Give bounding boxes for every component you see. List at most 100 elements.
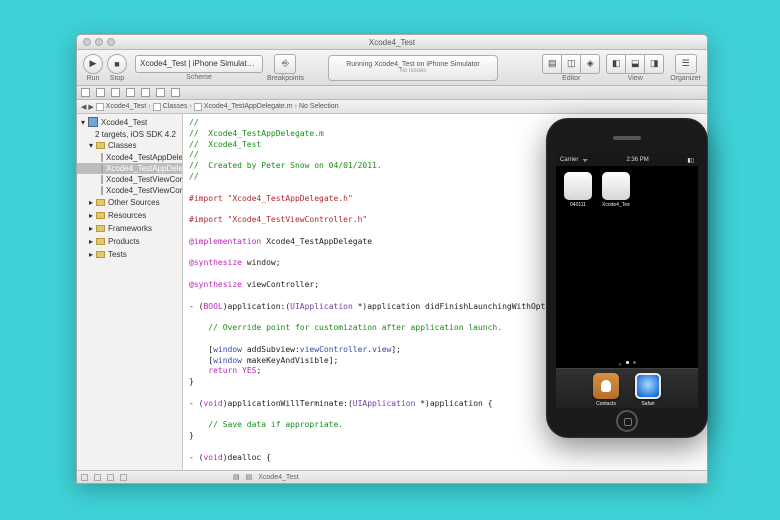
simulator-screen[interactable]: Carrier ᯤ 2:36 PM ▮▯ 040111 Xcode4_Test xyxy=(556,154,698,408)
bottom-bar: ▤▤ Xcode4_Test xyxy=(77,470,707,483)
zoom-icon[interactable] xyxy=(107,38,115,46)
jump-item-1[interactable]: Classes xyxy=(163,103,188,110)
disclosure-triangle-icon[interactable]: ▸ xyxy=(89,198,93,207)
nav-file[interactable]: Xcode4_TestViewController.h xyxy=(77,174,182,185)
carrier-label: Carrier xyxy=(560,157,578,163)
safari-icon[interactable] xyxy=(635,373,661,399)
toggle-navigator-button[interactable]: ◧ xyxy=(606,54,626,74)
breakpoints-label: Breakpoints xyxy=(267,75,304,82)
folder-icon xyxy=(96,142,105,149)
activity-viewer: Running Xcode4_Test on iPhone Simulator … xyxy=(328,55,498,81)
chevron-right-icon: › xyxy=(148,103,150,110)
jump-item-2[interactable]: Xcode4_TestAppDelegate.m xyxy=(204,103,293,110)
group-label: Tests xyxy=(108,250,127,259)
generic-app-icon[interactable] xyxy=(602,172,630,200)
statusbar-time: 2:36 PM xyxy=(626,157,648,163)
activity-title: Running Xcode4_Test on iPhone Simulator xyxy=(346,61,479,68)
scheme-label: Scheme xyxy=(186,74,212,81)
page-indicator[interactable] xyxy=(556,361,698,364)
contacts-icon[interactable] xyxy=(593,373,619,399)
nav-file[interactable]: Xcode4_TestAppDelegate.m xyxy=(77,163,182,174)
filter-icon[interactable] xyxy=(94,474,101,481)
back-icon[interactable]: ◀ xyxy=(81,103,86,111)
issue-navigator-icon[interactable] xyxy=(126,88,135,97)
jump-item-3[interactable]: No Selection xyxy=(299,103,339,110)
disclosure-triangle-icon[interactable]: ▾ xyxy=(89,141,93,150)
toggle-debug-button[interactable]: ⬓ xyxy=(625,54,645,74)
generic-app-icon[interactable] xyxy=(564,172,592,200)
nav-group[interactable]: ▸Frameworks xyxy=(77,222,182,235)
titlebar: Xcode4_Test xyxy=(77,35,707,50)
debug-navigator-icon[interactable] xyxy=(141,88,150,97)
status-bar: Carrier ᯤ 2:36 PM ▮▯ xyxy=(556,154,698,166)
home-button[interactable] xyxy=(616,410,638,432)
file-icon xyxy=(101,175,103,184)
file-label: Xcode4_TestViewController.m xyxy=(106,186,182,195)
jump-item-0[interactable]: Xcode4_Test xyxy=(106,103,146,110)
file-label: Xcode4_TestViewController.h xyxy=(106,175,182,184)
disclosure-triangle-icon[interactable]: ▸ xyxy=(89,250,93,259)
window-controls[interactable] xyxy=(83,38,115,46)
group-label: Classes xyxy=(108,141,136,150)
dock-app-contacts[interactable]: Contacts xyxy=(592,373,620,407)
scheme-text: Xcode4_Test | iPhone Simulat… xyxy=(140,59,255,68)
nav-group[interactable]: ▸ Tests xyxy=(77,248,182,261)
nav-group[interactable]: ▸Other Sources xyxy=(77,196,182,209)
page-dot-icon[interactable] xyxy=(626,361,629,364)
file-icon xyxy=(101,164,103,173)
folder-icon xyxy=(96,199,105,206)
organizer-label: Organizer xyxy=(670,75,701,82)
recent-icon[interactable] xyxy=(107,474,114,481)
toggle-utilities-button[interactable]: ◨ xyxy=(644,54,664,74)
project-navigator-icon[interactable] xyxy=(81,88,90,97)
standard-editor-button[interactable]: ▤ xyxy=(542,54,562,74)
view-segment[interactable]: ◧ ⬓ ◨ xyxy=(606,54,664,74)
stop-button[interactable]: ■ xyxy=(107,54,127,74)
project-name: Xcode4_Test xyxy=(101,118,147,127)
version-editor-button[interactable]: ◈ xyxy=(580,54,600,74)
app-label: 040111 xyxy=(564,202,592,208)
breakpoints-button[interactable]: ⎆ xyxy=(274,54,296,74)
search-page-dot-icon[interactable] xyxy=(619,361,622,364)
nav-file[interactable]: Xcode4_TestViewController.m xyxy=(77,185,182,196)
close-icon[interactable] xyxy=(83,38,91,46)
app-icon[interactable]: 040111 xyxy=(564,172,592,208)
jump-bar[interactable]: ◀ ▶ Xcode4_Test › Classes › Xcode4_TestA… xyxy=(77,100,707,114)
log-navigator-icon[interactable] xyxy=(171,88,180,97)
chevron-right-icon: › xyxy=(295,103,297,110)
organizer-button[interactable]: ☰ xyxy=(675,54,697,74)
bottom-file-label: Xcode4_Test xyxy=(258,474,298,481)
nav-file[interactable]: Xcode4_TestAppDelegate.h xyxy=(77,152,182,163)
page-dot-icon[interactable] xyxy=(633,361,636,364)
nav-group[interactable]: ▸Products xyxy=(77,235,182,248)
scheme-selector[interactable]: Xcode4_Test | iPhone Simulat… xyxy=(135,55,263,73)
symbol-navigator-icon[interactable] xyxy=(96,88,105,97)
search-navigator-icon[interactable] xyxy=(111,88,120,97)
add-icon[interactable] xyxy=(81,474,88,481)
disclosure-triangle-icon[interactable]: ▸ xyxy=(89,237,93,246)
folder-icon xyxy=(96,225,105,232)
project-icon xyxy=(96,103,104,111)
forward-icon[interactable]: ▶ xyxy=(88,103,93,111)
project-meta: 2 targets, iOS SDK 4.2 xyxy=(77,130,182,139)
project-root[interactable]: ▾ Xcode4_Test xyxy=(77,114,182,130)
scm-icon[interactable] xyxy=(120,474,127,481)
editor-mode-segment[interactable]: ▤ ◫ ◈ xyxy=(542,54,600,74)
springboard-grid: 040111 Xcode4_Test xyxy=(564,172,630,208)
nav-group[interactable]: ▾ Classes xyxy=(77,139,182,152)
disclosure-triangle-icon[interactable]: ▸ xyxy=(89,211,93,220)
run-button[interactable]: ▶ xyxy=(83,54,103,74)
project-navigator[interactable]: ▾ Xcode4_Test 2 targets, iOS SDK 4.2 ▾ Cl… xyxy=(77,114,183,470)
disclosure-triangle-icon[interactable]: ▸ xyxy=(89,224,93,233)
xcodeproj-icon xyxy=(88,117,98,127)
minimize-icon[interactable] xyxy=(95,38,103,46)
window-title: Xcode4_Test xyxy=(369,38,415,47)
assistant-editor-button[interactable]: ◫ xyxy=(561,54,581,74)
app-icon[interactable]: Xcode4_Test xyxy=(602,172,630,208)
nav-group[interactable]: ▸Resources xyxy=(77,209,182,222)
dock-app-safari[interactable]: Safari xyxy=(634,373,662,407)
dock: Contacts Safari xyxy=(556,368,698,408)
app-label: Xcode4_Test xyxy=(602,202,630,208)
disclosure-triangle-icon[interactable]: ▾ xyxy=(81,118,85,127)
breakpoint-navigator-icon[interactable] xyxy=(156,88,165,97)
